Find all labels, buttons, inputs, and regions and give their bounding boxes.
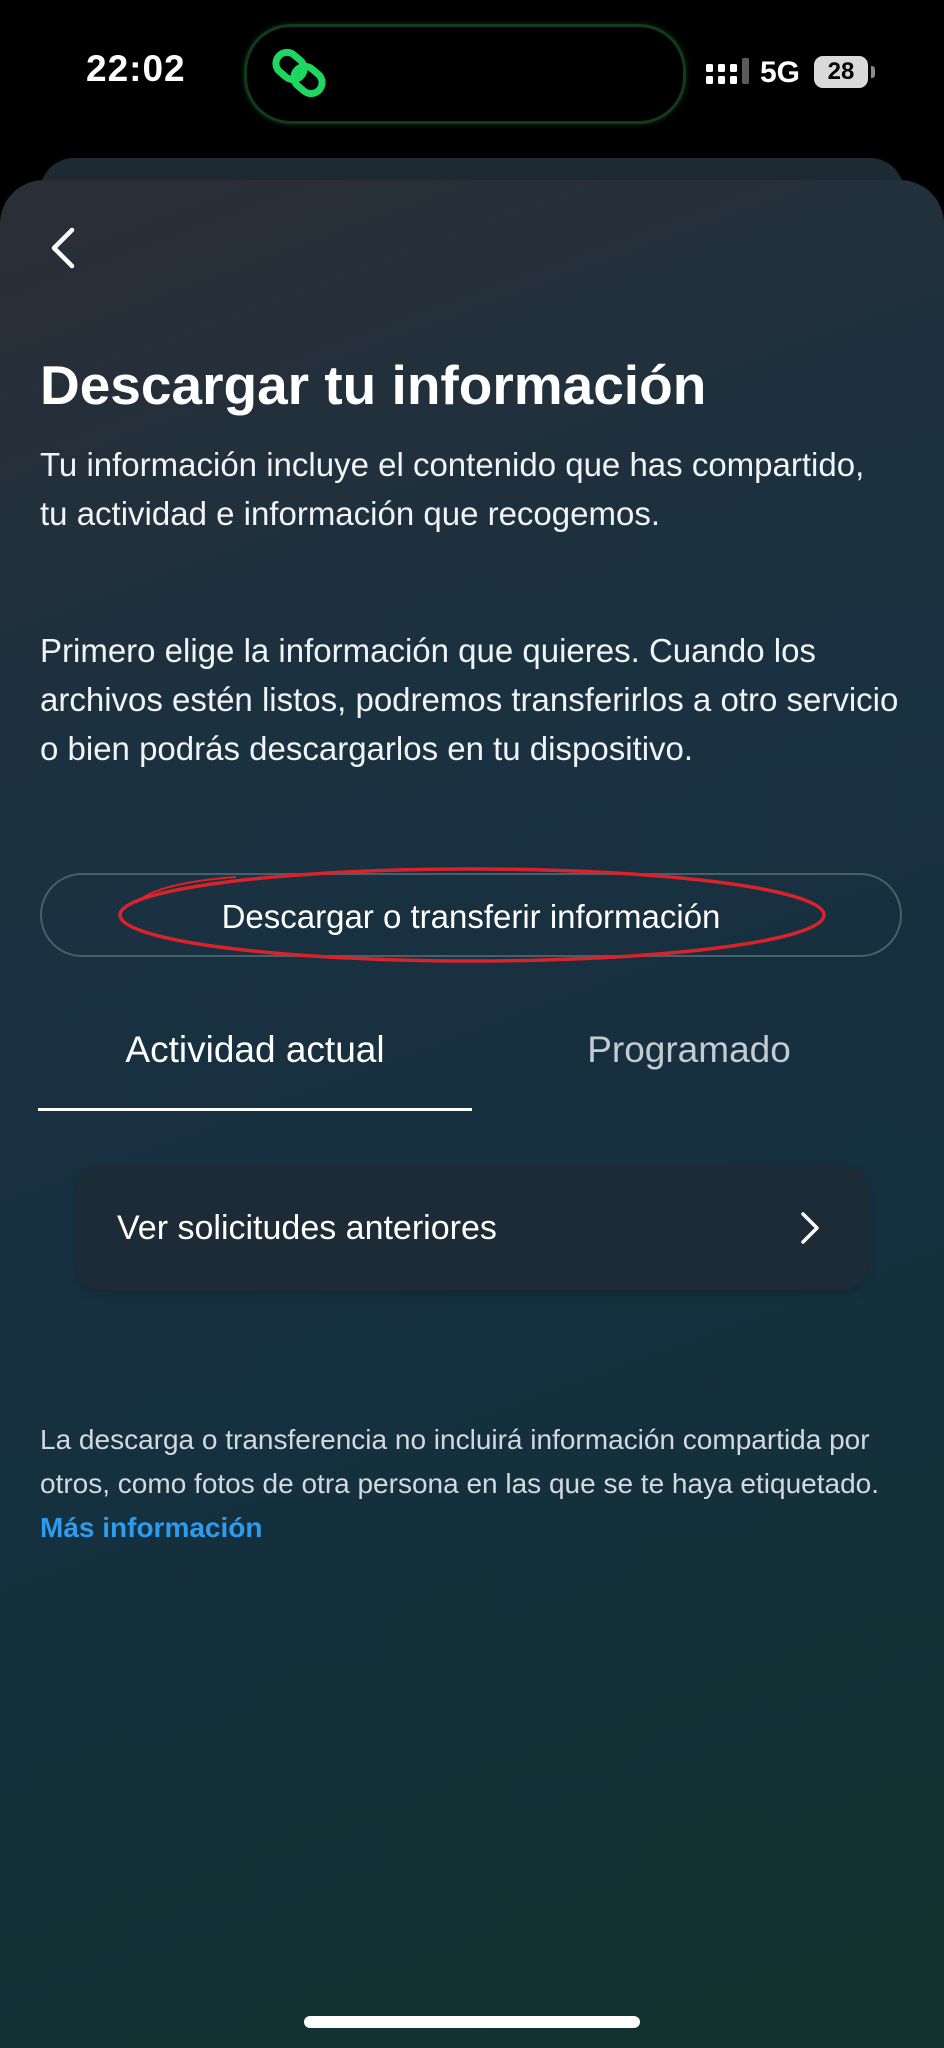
past-requests-item[interactable]: Ver solicitudes anteriores — [77, 1166, 867, 1290]
dynamic-island — [244, 24, 686, 124]
footer-note-text: La descarga o transferencia no incluirá … — [40, 1424, 879, 1499]
signal-icon — [706, 58, 749, 84]
battery-icon: 28 — [814, 56, 875, 88]
description-paragraph-2: Primero elige la información que quieres… — [40, 632, 899, 767]
chevron-right-icon — [801, 1212, 819, 1244]
learn-more-link[interactable]: Más información — [40, 1512, 262, 1543]
battery-level: 28 — [814, 56, 868, 88]
network-label: 5G — [760, 56, 801, 89]
tab-selected-indicator — [38, 1108, 472, 1111]
status-time: 22:02 — [86, 48, 186, 89]
footer-note: La descarga o transferencia no incluirá … — [40, 1418, 900, 1550]
description-paragraph-1: Tu información incluye el contenido que … — [40, 446, 865, 532]
screen: 22:02 5G 28 Descargar tu información Tu … — [0, 0, 944, 2048]
download-info-sheet: Descargar tu información Tu información … — [0, 180, 944, 2048]
tab-current-activity[interactable]: Actividad actual — [38, 1010, 472, 1110]
back-button[interactable] — [38, 218, 86, 278]
tab-bar: Actividad actual Programado — [38, 1010, 906, 1111]
back-chevron-icon — [51, 227, 75, 269]
past-requests-label: Ver solicitudes anteriores — [117, 1209, 497, 1247]
download-or-transfer-button[interactable]: Descargar o transferir información — [40, 873, 902, 957]
status-bar: 22:02 5G 28 — [0, 0, 944, 150]
battery-tip — [871, 66, 875, 78]
tab-scheduled[interactable]: Programado — [472, 1010, 906, 1110]
home-indicator — [304, 2016, 640, 2028]
page-title: Descargar tu información — [40, 354, 707, 416]
link-chain-icon — [272, 48, 326, 98]
